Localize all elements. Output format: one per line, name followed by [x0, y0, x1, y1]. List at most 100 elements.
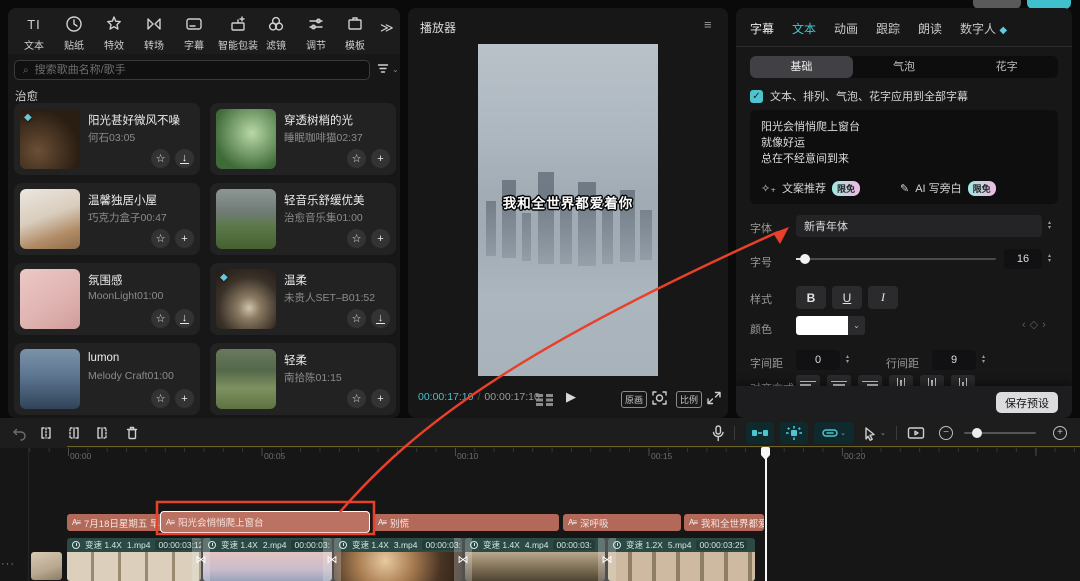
add-button[interactable]: +: [371, 389, 390, 408]
music-card[interactable]: ◆ 阳光甚好微风不噪 何石03:05 ☆ ↓: [14, 103, 200, 175]
subtitle-text-box[interactable]: 阳光会悄悄爬上窗台 就像好运 总在不经意间到来 ✧₊ 文案推荐 限免 ✎ AI …: [750, 110, 1058, 204]
video-preview[interactable]: 我和全世界都爱着你: [478, 44, 658, 376]
timeline-zoom-slider[interactable]: [964, 432, 1036, 434]
bold-button[interactable]: B: [796, 286, 826, 309]
delete-right-icon[interactable]: [92, 423, 112, 443]
subtitle-text-value[interactable]: 阳光会悄悄爬上窗台 就像好运 总在不经意间到来: [750, 110, 1058, 176]
download-button[interactable]: ↓: [175, 309, 194, 328]
cover-thumbnail[interactable]: [31, 552, 62, 580]
italic-button[interactable]: I: [868, 286, 898, 309]
music-card[interactable]: lumon Melody Craft01:00 ☆ +: [14, 343, 200, 415]
line-spacing-value[interactable]: 9: [932, 350, 976, 370]
subtab-bubble[interactable]: 气泡: [853, 56, 956, 78]
track-options-icon[interactable]: ···: [1, 558, 15, 570]
music-card[interactable]: 轻音乐舒缓优美 治愈音乐集01:00 ☆ +: [210, 183, 396, 255]
filter-button[interactable]: ⌄: [376, 62, 399, 76]
subtitle-clip[interactable]: A≡别慌: [373, 514, 559, 531]
tab-animation[interactable]: 动画: [834, 20, 858, 37]
timeline-ruler[interactable]: 00:00 00:05 00:10 00:15 00:20: [28, 448, 1080, 470]
subtitle-clip[interactable]: A≡7月18日星期五 早安: [67, 514, 163, 531]
tab-read-aloud[interactable]: 朗读: [918, 20, 942, 37]
transition-icon[interactable]: ⋈: [454, 538, 472, 581]
player-menu-icon[interactable]: ≡: [704, 17, 712, 32]
size-stepper[interactable]: ▴▾: [1048, 250, 1051, 268]
download-button[interactable]: ↓: [175, 149, 194, 168]
favorite-button[interactable]: ☆: [347, 149, 366, 168]
original-quality-button[interactable]: 原画: [621, 391, 647, 408]
record-voiceover-icon[interactable]: [708, 423, 728, 443]
favorite-button[interactable]: ☆: [347, 229, 366, 248]
add-button[interactable]: +: [175, 229, 194, 248]
apply-all-row[interactable]: ✓ 文本、排列、气泡、花字应用到全部字幕: [750, 88, 968, 104]
tab-filters[interactable]: 滤镜: [260, 14, 292, 52]
font-select[interactable]: 新青年体: [796, 215, 1042, 237]
zoom-in-icon[interactable]: +: [1050, 423, 1070, 443]
tab-text-style[interactable]: 文本: [792, 20, 816, 37]
tab-transitions[interactable]: 转场: [138, 14, 170, 52]
line-spacing-stepper[interactable]: ▴▾: [982, 351, 985, 369]
search-input[interactable]: [35, 64, 361, 76]
music-card[interactable]: 温馨独居小屋 巧克力盒子00:47 ☆ +: [14, 183, 200, 255]
aspect-ratio-button[interactable]: 比例: [676, 391, 702, 408]
favorite-button[interactable]: ☆: [151, 149, 170, 168]
play-button[interactable]: ▶: [566, 389, 576, 405]
tab-templates[interactable]: 模板: [338, 14, 372, 52]
undo-icon[interactable]: [8, 423, 28, 443]
subtab-fancy-text[interactable]: 花字: [955, 56, 1058, 78]
fullscreen-icon[interactable]: [706, 390, 722, 411]
subtab-basic[interactable]: 基础: [750, 56, 853, 78]
favorite-button[interactable]: ☆: [151, 309, 170, 328]
playhead-line[interactable]: [765, 447, 767, 581]
font-stepper[interactable]: ▴▾: [1048, 217, 1051, 235]
size-value[interactable]: 16: [1004, 249, 1042, 269]
video-clip[interactable]: 变速 1.4X3.mp400:00:03:: [334, 538, 462, 581]
add-button[interactable]: +: [175, 389, 194, 408]
music-card[interactable]: 穿透树梢的光 睡眠咖啡猫02:37 ☆ +: [210, 103, 396, 175]
tab-adjust[interactable]: 调节: [300, 14, 332, 52]
video-clip[interactable]: 变速 1.2X5.mp400:00:03:25: [608, 538, 755, 581]
split-icon[interactable]: [36, 423, 56, 443]
slider-handle[interactable]: [800, 254, 810, 264]
toolbar-expand-button[interactable]: ≫: [380, 20, 394, 36]
ai-voiceover-button[interactable]: ✎ AI 写旁白 限免: [900, 180, 996, 196]
video-clip[interactable]: 变速 1.4X1.mp400:00:03:12: [67, 538, 201, 581]
link-preview-button[interactable]: ⌄: [814, 422, 854, 444]
tab-text[interactable]: TI 文本: [18, 14, 50, 52]
trash-icon[interactable]: [122, 423, 142, 443]
subtitle-clip-selected[interactable]: A≡阳光会悄悄爬上窗台: [160, 511, 370, 533]
search-bar[interactable]: ⌕: [14, 60, 370, 80]
letter-spacing-value[interactable]: 0: [796, 350, 840, 370]
subtitle-clip[interactable]: A≡深呼吸: [563, 514, 681, 531]
size-slider[interactable]: [796, 258, 996, 260]
tab-effects[interactable]: 特效: [98, 14, 130, 52]
video-clip[interactable]: 变速 1.4X2.mp400:00:03:: [203, 538, 332, 581]
transition-icon[interactable]: ⋈: [598, 538, 616, 581]
color-picker[interactable]: ⌄: [796, 316, 865, 335]
letter-spacing-stepper[interactable]: ▴▾: [846, 351, 849, 369]
tab-subtitle-group[interactable]: 字幕: [750, 20, 774, 37]
slider-handle[interactable]: [972, 428, 982, 438]
tab-smart-pack[interactable]: 智能包装: [214, 14, 262, 52]
add-button[interactable]: +: [371, 229, 390, 248]
keyframe-nav[interactable]: ‹◇›: [1022, 318, 1050, 331]
auto-snap-button[interactable]: [780, 422, 808, 444]
tab-captions[interactable]: 字幕: [178, 14, 210, 52]
select-tool-button[interactable]: ⌄: [862, 422, 886, 444]
zoom-out-icon[interactable]: −: [936, 423, 956, 443]
music-card[interactable]: 轻柔 南拾陈01:15 ☆ +: [210, 343, 396, 415]
frame-view-icon[interactable]: [536, 393, 554, 411]
music-card[interactable]: ◆ 温柔 未贵人SET–B01:52 ☆ ↓: [210, 263, 396, 335]
video-clip[interactable]: 变速 1.4X4.mp400:00:03:: [465, 538, 605, 581]
transition-icon[interactable]: ⋈: [192, 538, 210, 581]
tab-digital-human[interactable]: 数字人 ◆: [960, 20, 1007, 37]
download-button[interactable]: ↓: [371, 309, 390, 328]
tab-sticker[interactable]: 贴纸: [58, 14, 90, 52]
tab-tracking[interactable]: 跟踪: [876, 20, 900, 37]
music-card[interactable]: 氛围感 MoonLight01:00 ☆ ↓: [14, 263, 200, 335]
add-button[interactable]: +: [371, 149, 390, 168]
focus-frame-icon[interactable]: [651, 390, 668, 411]
favorite-button[interactable]: ☆: [347, 389, 366, 408]
transition-icon[interactable]: ⋈: [323, 538, 341, 581]
copy-suggest-button[interactable]: ✧₊ 文案推荐 限免: [761, 180, 860, 196]
underline-button[interactable]: U: [832, 286, 862, 309]
